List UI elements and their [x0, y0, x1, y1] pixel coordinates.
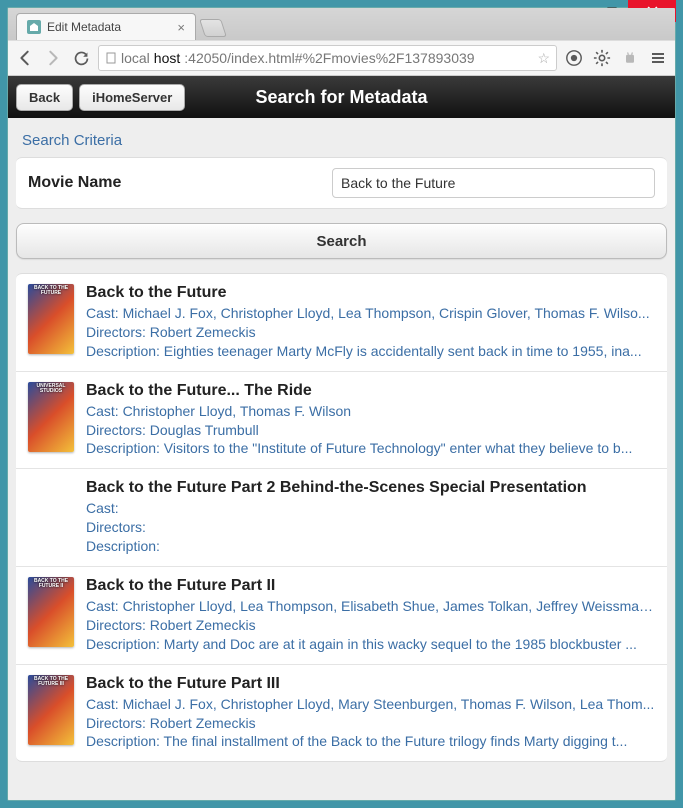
result-description: Description: Eighties teenager Marty McF… [86, 342, 655, 361]
tab-close-icon[interactable]: × [177, 20, 185, 35]
result-title: Back to the Future [86, 284, 655, 302]
result-item[interactable]: Back to the Future Part 2 Behind-the-Sce… [16, 469, 667, 567]
result-cast: Cast: Michael J. Fox, Christopher Lloyd,… [86, 304, 655, 323]
poster-caption: UNIVERSAL STUDIOS [30, 384, 72, 394]
result-directors: Directors: Douglas Trumbull [86, 421, 655, 440]
result-item[interactable]: BACK TO THE FUTURE II Back to the Future … [16, 567, 667, 665]
url-host: host [154, 50, 180, 66]
tab-title: Edit Metadata [47, 20, 121, 34]
url-prefix: local [121, 50, 150, 66]
page-icon [105, 52, 117, 64]
poster-thumbnail: BACK TO THE FUTURE [28, 284, 74, 354]
movie-name-input[interactable] [332, 168, 655, 198]
navigation-bar: localhost:42050/index.html#%2Fmovies%2F1… [8, 40, 675, 76]
result-item[interactable]: BACK TO THE FUTURE III Back to the Future… [16, 665, 667, 762]
result-cast: Cast: Christopher Lloyd, Lea Thompson, E… [86, 597, 655, 616]
tab-strip: Edit Metadata × [8, 8, 675, 40]
url-rest: :42050/index.html#%2Fmovies%2F137893039 [184, 50, 474, 66]
tab-favicon-icon [27, 20, 41, 34]
browser-window: Edit Metadata × localhost:42050/index.ht… [7, 7, 676, 801]
forward-icon [42, 47, 64, 69]
movie-name-label: Movie Name [28, 174, 318, 192]
extension-icon[interactable] [563, 47, 585, 69]
result-body: Back to the Future Part III Cast: Michael… [86, 675, 655, 752]
movie-name-row: Movie Name [16, 157, 667, 209]
result-body: Back to the Future Part II Cast: Christop… [86, 577, 655, 654]
result-cast: Cast: [86, 499, 655, 518]
result-directors: Directors: Robert Zemeckis [86, 323, 655, 342]
ihomeserver-button[interactable]: iHomeServer [79, 84, 185, 111]
poster-caption: BACK TO THE FUTURE [30, 286, 72, 296]
app-header: Back iHomeServer Search for Metadata [8, 76, 675, 118]
bookmark-star-icon[interactable]: ☆ [537, 50, 550, 67]
result-cast: Cast: Michael J. Fox, Christopher Lloyd,… [86, 695, 655, 714]
app-viewport: Back iHomeServer Search for Metadata Sea… [8, 76, 675, 800]
result-item[interactable]: BACK TO THE FUTURE Back to the Future Cast… [16, 274, 667, 372]
search-button[interactable]: Search [16, 223, 667, 259]
poster-thumbnail: BACK TO THE FUTURE II [28, 577, 74, 647]
result-title: Back to the Future Part III [86, 675, 655, 693]
result-directors: Directors: [86, 518, 655, 537]
result-item[interactable]: UNIVERSAL STUDIOS Back to the Future... T… [16, 372, 667, 470]
settings-gear-icon[interactable] [591, 47, 613, 69]
result-description: Description: Visitors to the "Institute … [86, 439, 655, 458]
back-button[interactable]: Back [16, 84, 73, 111]
window-frame: Edit Metadata × localhost:42050/index.ht… [0, 0, 683, 808]
result-body: Back to the Future Cast: Michael J. Fox, … [86, 284, 655, 361]
result-directors: Directors: Robert Zemeckis [86, 714, 655, 733]
result-description: Description: Marty and Doc are at it aga… [86, 635, 655, 654]
poster-thumbnail: BACK TO THE FUTURE III [28, 675, 74, 745]
result-description: Description: [86, 537, 655, 556]
new-tab-button[interactable] [199, 19, 227, 37]
result-title: Back to the Future Part II [86, 577, 655, 595]
search-criteria-label: Search Criteria [8, 118, 675, 157]
address-bar[interactable]: localhost:42050/index.html#%2Fmovies%2F1… [98, 45, 557, 71]
results-list: BACK TO THE FUTURE Back to the Future Cast… [16, 273, 667, 762]
result-body: Back to the Future... The Ride Cast: Chri… [86, 382, 655, 459]
poster-thumbnail [28, 479, 74, 549]
poster-caption: BACK TO THE FUTURE II [30, 579, 72, 589]
poster-thumbnail: UNIVERSAL STUDIOS [28, 382, 74, 452]
poster-caption: BACK TO THE FUTURE III [30, 677, 72, 687]
app-scroll-area[interactable]: Back iHomeServer Search for Metadata Sea… [8, 76, 675, 800]
result-title: Back to the Future Part 2 Behind-the-Sce… [86, 479, 655, 497]
result-cast: Cast: Christopher Lloyd, Thomas F. Wilso… [86, 402, 655, 421]
result-directors: Directors: Robert Zemeckis [86, 616, 655, 635]
android-icon[interactable] [619, 47, 641, 69]
result-description: Description: The final installment of th… [86, 732, 655, 751]
result-title: Back to the Future... The Ride [86, 382, 655, 400]
back-icon[interactable] [14, 47, 36, 69]
result-body: Back to the Future Part 2 Behind-the-Sce… [86, 479, 655, 556]
menu-icon[interactable] [647, 47, 669, 69]
reload-icon[interactable] [70, 47, 92, 69]
browser-tab[interactable]: Edit Metadata × [16, 13, 196, 40]
